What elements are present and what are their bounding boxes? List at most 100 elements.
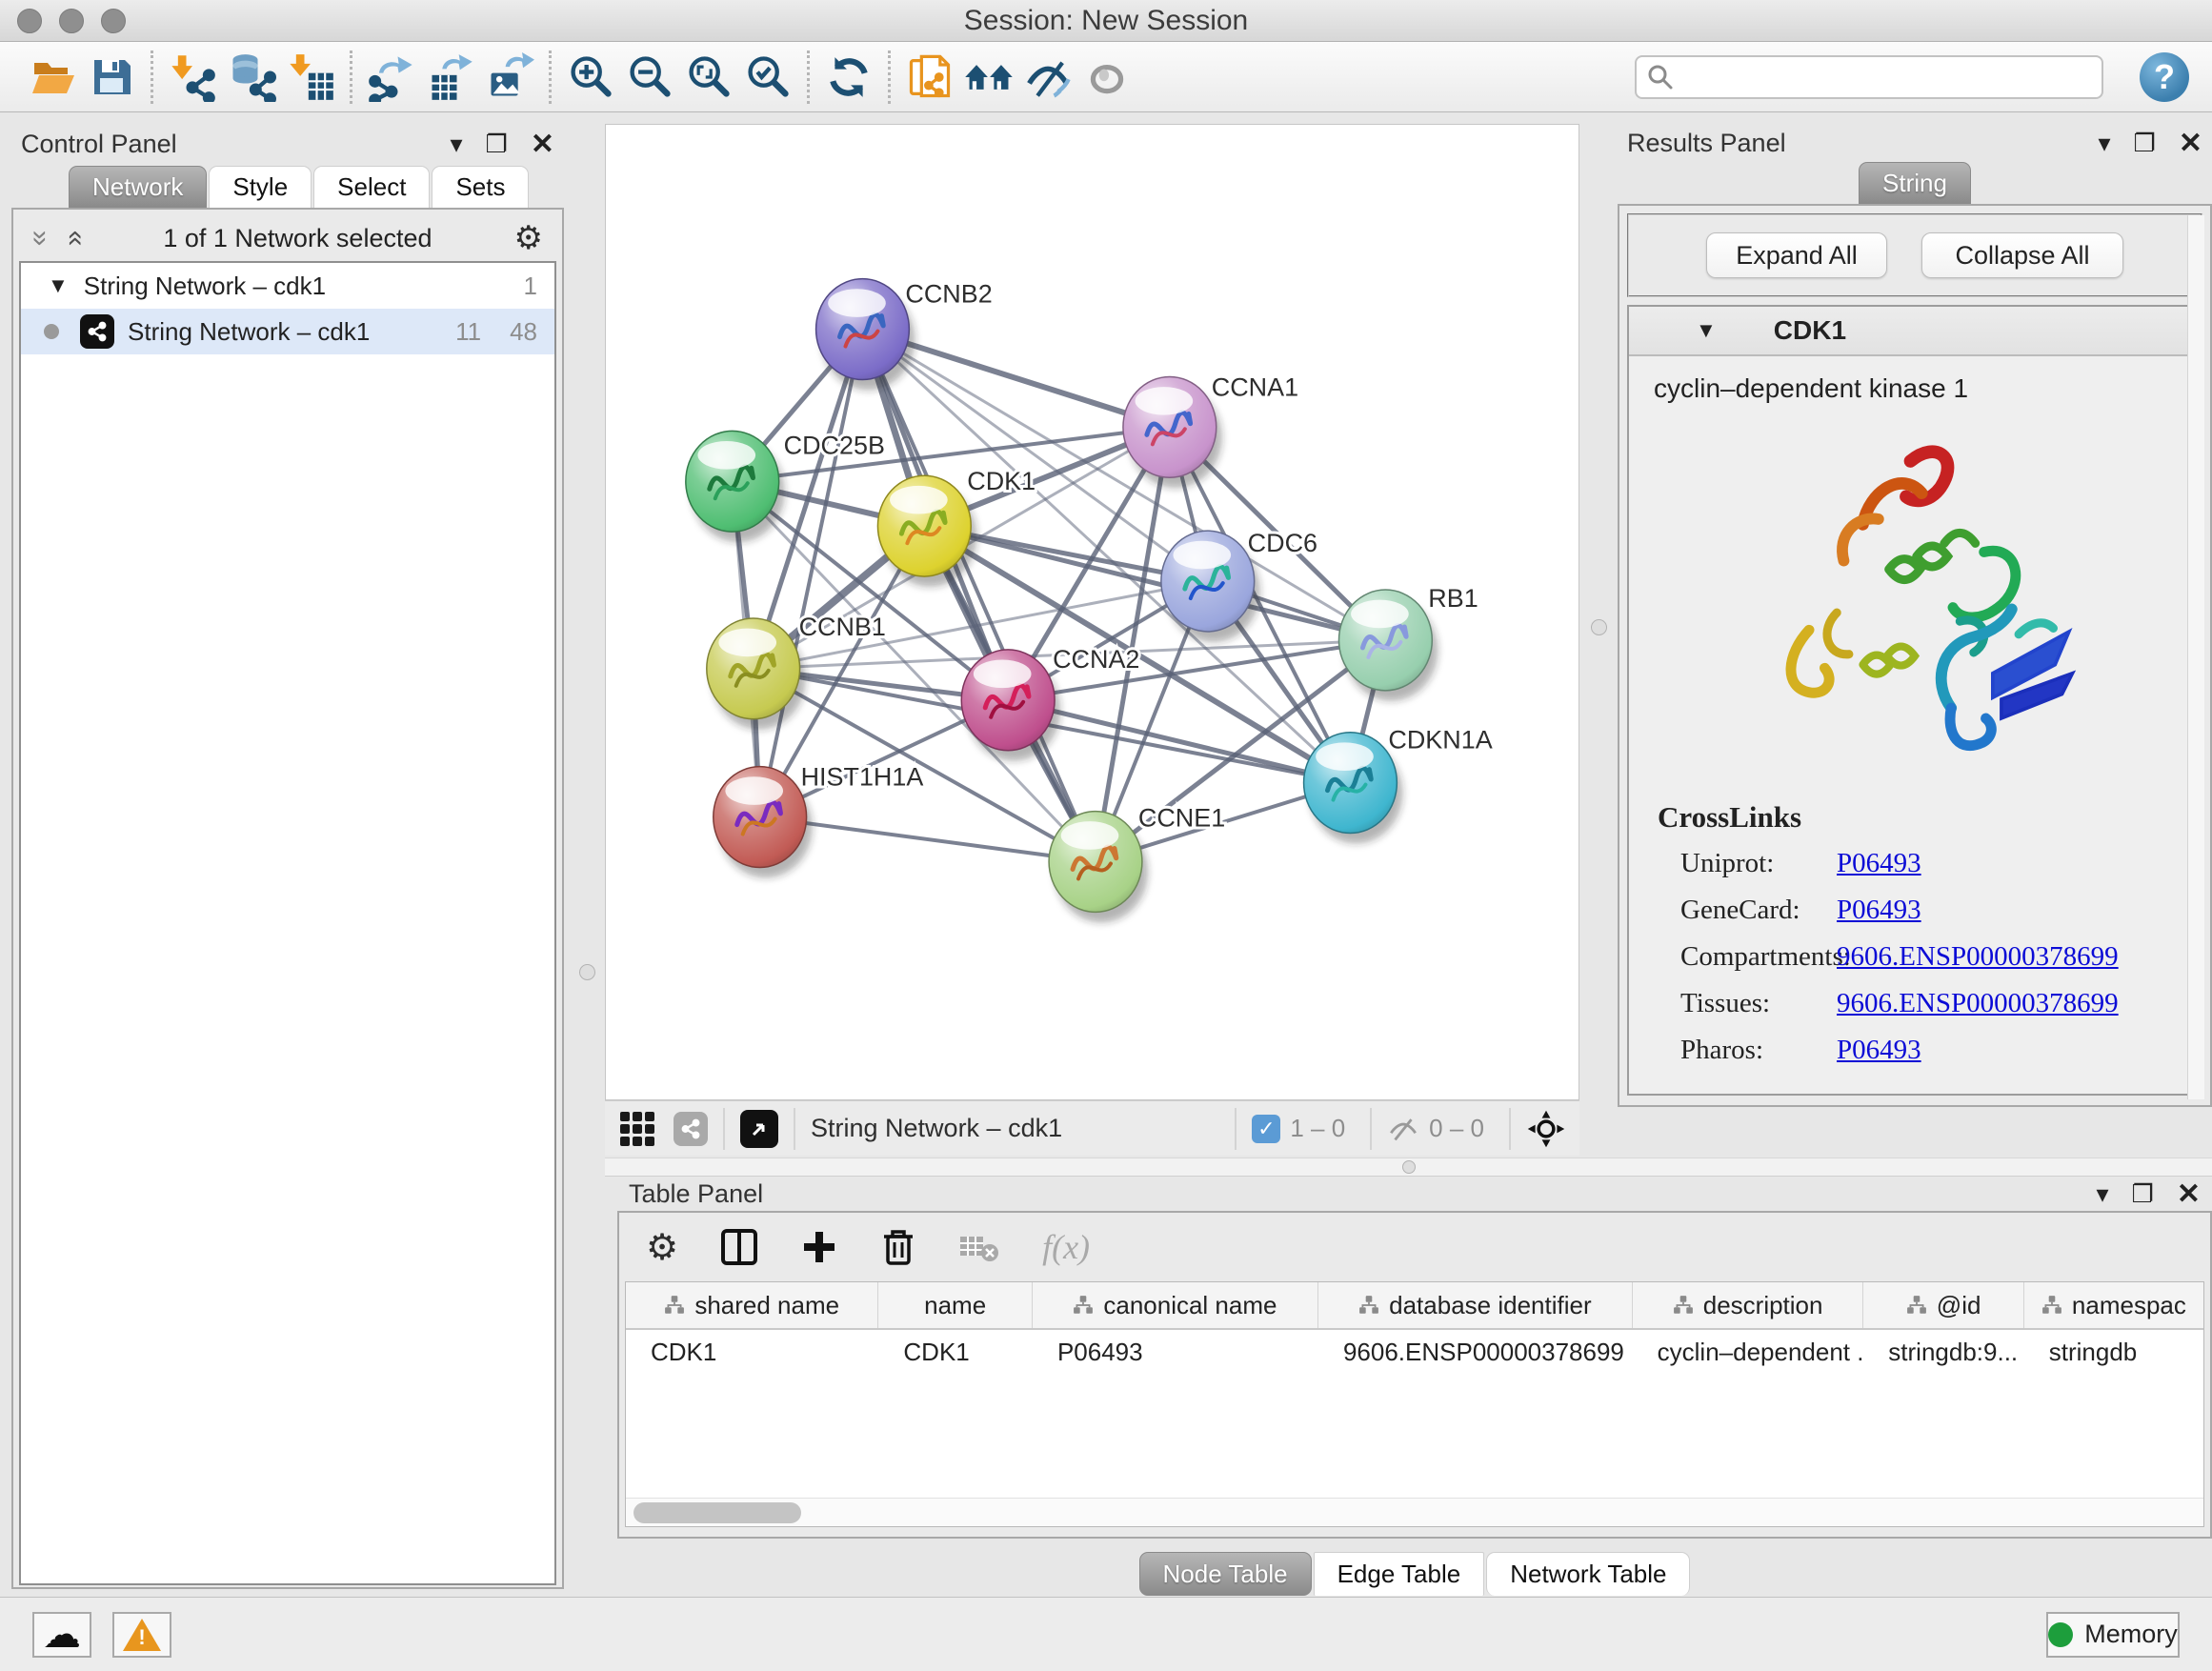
left-splitter-handle[interactable]	[579, 964, 595, 980]
open-session-button[interactable]	[23, 49, 82, 106]
network-options-gear-icon[interactable]: ⚙	[514, 219, 543, 257]
results-panel-maximize-button[interactable]: ❐	[2134, 129, 2156, 158]
selected-items-checkbox-icon[interactable]: ✓	[1252, 1115, 1280, 1143]
table-options-gear-icon[interactable]: ⚙	[646, 1226, 678, 1268]
toolbar-search[interactable]	[1635, 55, 2103, 99]
string-protein-query-button[interactable]	[900, 49, 959, 106]
gene-collapse-arrow-icon[interactable]: ▼	[1696, 318, 1717, 343]
network-collection-row[interactable]: ▼ String Network – cdk1 1	[21, 263, 554, 309]
compartments-link[interactable]: 9606.ENSP00000378699	[1837, 941, 2119, 973]
detach-view-icon[interactable]	[740, 1110, 778, 1148]
column-header-database-identifier[interactable]: database identifier	[1318, 1282, 1633, 1328]
search-input[interactable]	[1675, 62, 2075, 91]
zoom-in-button[interactable]	[561, 49, 620, 106]
column-header-name[interactable]: name	[878, 1282, 1032, 1328]
gene-section-header[interactable]: ▼ CDK1	[1629, 307, 2201, 356]
cloud-status-button[interactable]: ☁	[32, 1612, 91, 1658]
zoom-out-button[interactable]	[620, 49, 679, 106]
network-name: String Network – cdk1	[128, 317, 370, 347]
tab-network[interactable]: Network	[69, 166, 207, 208]
left-splitter[interactable]	[570, 124, 604, 1591]
help-button[interactable]: ?	[2140, 52, 2189, 102]
export-image-button[interactable]	[480, 49, 539, 106]
column-header-namespace[interactable]: namespac	[2024, 1282, 2203, 1328]
table-row[interactable]: CDK1 CDK1 P06493 9606.ENSP00000378699 cy…	[626, 1330, 2203, 1374]
tab-node-table[interactable]: Node Table	[1139, 1552, 1312, 1596]
selected-count: 1 – 0	[1290, 1114, 1345, 1143]
results-scrollbar[interactable]	[2187, 215, 2204, 1099]
export-table-icon	[426, 52, 475, 102]
export-network-button[interactable]	[362, 49, 421, 106]
eye-icon	[1083, 53, 1131, 101]
tab-select[interactable]: Select	[313, 166, 430, 208]
change-host-network-button[interactable]	[959, 49, 1018, 106]
column-header-at-id[interactable]: @id	[1863, 1282, 2023, 1328]
hide-selected-button[interactable]	[1018, 49, 1077, 106]
delete-trash-icon[interactable]	[880, 1227, 916, 1267]
cell-namespace[interactable]: stringdb	[2024, 1330, 2203, 1374]
column-header-shared-name[interactable]: shared name	[626, 1282, 878, 1328]
cell-description[interactable]: cyclin–dependent ...	[1633, 1330, 1864, 1374]
memory-status-dot-icon	[2048, 1622, 2073, 1647]
tissues-link[interactable]: 9606.ENSP00000378699	[1837, 988, 2119, 1019]
horizontal-splitter[interactable]	[605, 1158, 2212, 1177]
horizontal-splitter-handle[interactable]	[1402, 1160, 1416, 1174]
collection-expand-arrow-icon[interactable]: ▼	[48, 273, 69, 298]
zoom-fit-button[interactable]	[679, 49, 738, 106]
warnings-button[interactable]: !	[112, 1612, 171, 1658]
results-panel-float-button[interactable]: ▾	[2098, 129, 2110, 158]
right-splitter-handle[interactable]	[1591, 619, 1607, 635]
cell-canonical-name[interactable]: P06493	[1033, 1330, 1318, 1374]
table-panel-float-button[interactable]: ▾	[2096, 1179, 2108, 1209]
table-horizontal-scrollbar[interactable]	[626, 1498, 2203, 1526]
results-button-row: Expand All Collapse All	[1627, 213, 2202, 297]
string-network-graph[interactable]: CCNB2CCNA1CDC25BCDK1CDC6RB1CCNB1CCNA2CDK…	[606, 125, 1579, 1099]
results-panel-close-button[interactable]: ✕	[2179, 127, 2202, 160]
table-panel-maximize-button[interactable]: ❐	[2132, 1179, 2154, 1209]
column-header-canonical-name[interactable]: canonical name	[1033, 1282, 1318, 1328]
zoom-selected-button[interactable]	[738, 49, 797, 106]
show-all-button[interactable]	[1077, 49, 1136, 106]
save-session-button[interactable]	[82, 49, 141, 106]
table-panel-close-button[interactable]: ✕	[2177, 1178, 2201, 1211]
network-canvas[interactable]: CCNB2CCNA1CDC25BCDK1CDC6RB1CCNB1CCNA2CDK…	[605, 124, 1579, 1100]
grid-view-icon[interactable]	[618, 1110, 656, 1148]
refresh-view-button[interactable]	[819, 49, 878, 106]
tab-string-results[interactable]: String	[1859, 162, 1971, 204]
column-header-description[interactable]: description	[1633, 1282, 1864, 1328]
add-column-icon[interactable]	[800, 1228, 838, 1266]
import-table-file-button[interactable]	[281, 49, 340, 106]
expand-all-networks-icon[interactable]: »	[59, 231, 88, 247]
show-columns-icon[interactable]	[720, 1228, 758, 1266]
control-panel-close-button[interactable]: ✕	[531, 128, 554, 161]
network-tree: ▼ String Network – cdk1 1 String Network…	[19, 261, 556, 1585]
birds-eye-view-icon[interactable]	[1526, 1109, 1566, 1149]
cell-at-id[interactable]: stringdb:9...	[1863, 1330, 2023, 1374]
expand-all-button[interactable]: Expand All	[1706, 232, 1887, 278]
hidden-items-eye-slash-icon[interactable]	[1387, 1115, 1419, 1143]
tab-sets[interactable]: Sets	[432, 166, 529, 208]
collapse-all-networks-icon[interactable]: »	[26, 231, 54, 247]
network-overview-icon[interactable]	[674, 1112, 708, 1146]
network-row[interactable]: String Network – cdk1 11 48	[21, 309, 554, 354]
import-network-database-button[interactable]	[222, 49, 281, 106]
cell-database-identifier[interactable]: 9606.ENSP00000378699	[1318, 1330, 1633, 1374]
pharos-link[interactable]: P06493	[1837, 1035, 1921, 1066]
tab-network-table[interactable]: Network Table	[1486, 1552, 1690, 1596]
cell-shared-name[interactable]: CDK1	[626, 1330, 878, 1374]
control-panel-float-button[interactable]: ▾	[450, 130, 462, 159]
right-splitter[interactable]	[1579, 124, 1618, 1100]
memory-button[interactable]: Memory	[2046, 1612, 2180, 1658]
collapse-all-button[interactable]: Collapse All	[1921, 232, 2123, 278]
tab-style[interactable]: Style	[209, 166, 312, 208]
genecard-link[interactable]: P06493	[1837, 895, 1921, 926]
import-network-file-button[interactable]	[163, 49, 222, 106]
uniprot-link[interactable]: P06493	[1837, 848, 1921, 879]
cell-name[interactable]: CDK1	[878, 1330, 1033, 1374]
export-table-button[interactable]	[421, 49, 480, 106]
tab-edge-table[interactable]: Edge Table	[1314, 1552, 1485, 1596]
import-network-icon	[168, 52, 217, 102]
table-scrollbar-thumb[interactable]	[633, 1502, 801, 1523]
control-panel-maximize-button[interactable]: ❐	[486, 130, 508, 159]
svg-text:CDK1: CDK1	[967, 467, 1036, 495]
